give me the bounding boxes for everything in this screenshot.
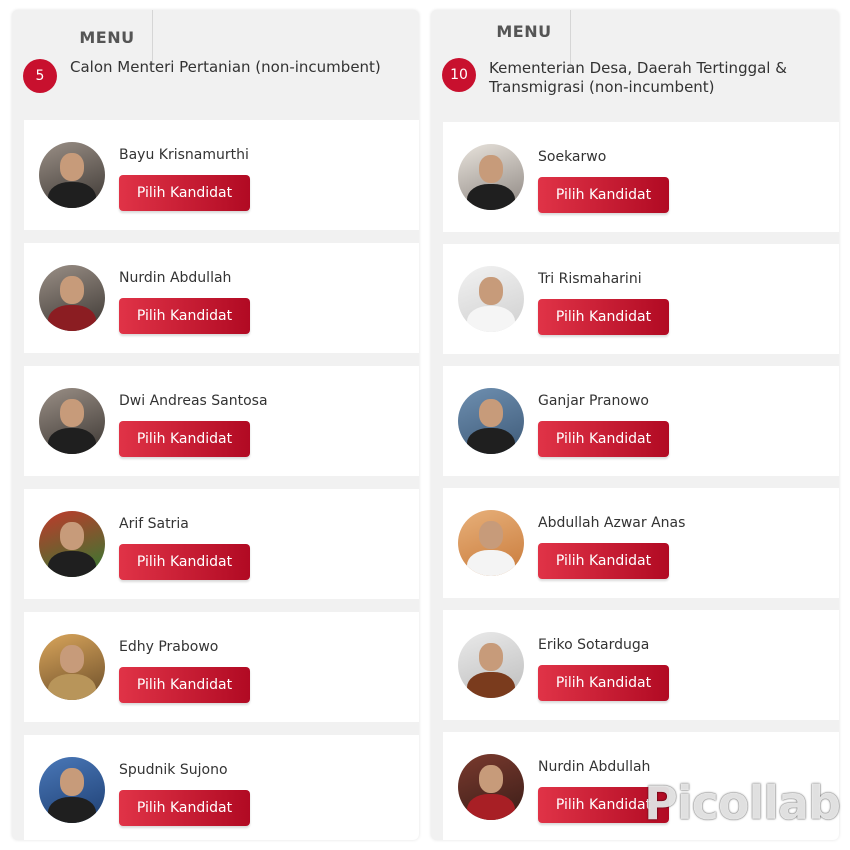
candidate-avatar	[39, 142, 105, 208]
candidate-card: Spudnik Sujono Pilih Kandidat	[24, 735, 419, 840]
pick-candidate-button[interactable]: Pilih Kandidat	[119, 298, 250, 334]
candidate-name: Eriko Sotarduga	[538, 637, 650, 653]
candidate-card: Abdullah Azwar Anas Pilih Kandidat	[443, 488, 839, 598]
candidate-avatar	[39, 634, 105, 700]
candidate-name: Ganjar Pranowo	[538, 393, 649, 409]
candidate-avatar	[39, 265, 105, 331]
candidate-name: Arif Satria	[119, 516, 189, 532]
category-number-badge: 10	[442, 58, 476, 92]
candidate-avatar	[458, 754, 524, 820]
candidate-avatar	[39, 511, 105, 577]
candidate-name: Edhy Prabowo	[119, 639, 219, 655]
candidate-name: Nurdin Abdullah	[119, 270, 232, 286]
watermark-logo: Picollab	[644, 776, 841, 830]
candidate-card: Ganjar Pranowo Pilih Kandidat	[443, 366, 839, 476]
category-title: Calon Menteri Pertanian (non-incumbent)	[70, 58, 381, 76]
candidate-card: Eriko Sotarduga Pilih Kandidat	[443, 610, 839, 720]
candidate-card: Nurdin Abdullah Pilih Kandidat	[24, 243, 419, 353]
candidate-avatar	[458, 388, 524, 454]
candidate-card: Bayu Krisnamurthi Pilih Kandidat	[24, 120, 419, 230]
pick-candidate-button[interactable]: Pilih Kandidat	[119, 544, 250, 580]
pick-candidate-button[interactable]: Pilih Kandidat	[119, 421, 250, 457]
panel-header: MENU 10 Kementerian Desa, Daerah Terting…	[431, 10, 839, 120]
candidate-name: Tri Rismaharini	[538, 271, 642, 287]
menu-button[interactable]: MENU	[72, 28, 142, 47]
candidate-name: Nurdin Abdullah	[538, 759, 651, 775]
pick-candidate-button[interactable]: Pilih Kandidat	[538, 665, 669, 701]
candidate-avatar	[458, 510, 524, 576]
menu-button[interactable]: MENU	[489, 22, 559, 41]
pick-candidate-button[interactable]: Pilih Kandidat	[538, 421, 669, 457]
candidate-avatar	[39, 757, 105, 823]
menu-divider	[570, 10, 571, 65]
candidate-name: Abdullah Azwar Anas	[538, 515, 686, 531]
candidate-card: Arif Satria Pilih Kandidat	[24, 489, 419, 599]
menu-divider	[152, 10, 153, 65]
candidate-card: Tri Rismaharini Pilih Kandidat	[443, 244, 839, 354]
candidate-avatar	[458, 144, 524, 210]
candidate-card: Dwi Andreas Santosa Pilih Kandidat	[24, 366, 419, 476]
pick-candidate-button[interactable]: Pilih Kandidat	[538, 177, 669, 213]
candidate-avatar	[458, 266, 524, 332]
right-panel: MENU 10 Kementerian Desa, Daerah Terting…	[431, 10, 839, 840]
candidate-name: Soekarwo	[538, 149, 607, 165]
pick-candidate-button[interactable]: Pilih Kandidat	[119, 790, 250, 826]
candidate-card: Edhy Prabowo Pilih Kandidat	[24, 612, 419, 722]
category-title: Kementerian Desa, Daerah Tertinggal & Tr…	[489, 59, 787, 96]
pick-candidate-button[interactable]: Pilih Kandidat	[119, 175, 250, 211]
left-panel: MENU 5 Calon Menteri Pertanian (non-incu…	[12, 10, 419, 840]
candidate-avatar	[458, 632, 524, 698]
panel-header: MENU 5 Calon Menteri Pertanian (non-incu…	[12, 10, 419, 120]
pick-candidate-button[interactable]: Pilih Kandidat	[538, 299, 669, 335]
pick-candidate-button[interactable]: Pilih Kandidat	[119, 667, 250, 703]
candidate-name: Bayu Krisnamurthi	[119, 147, 249, 163]
candidate-name: Spudnik Sujono	[119, 762, 228, 778]
category-number-badge: 5	[23, 59, 57, 93]
candidate-avatar	[39, 388, 105, 454]
pick-candidate-button[interactable]: Pilih Kandidat	[538, 543, 669, 579]
candidate-name: Dwi Andreas Santosa	[119, 393, 268, 409]
candidate-card: Soekarwo Pilih Kandidat	[443, 122, 839, 232]
